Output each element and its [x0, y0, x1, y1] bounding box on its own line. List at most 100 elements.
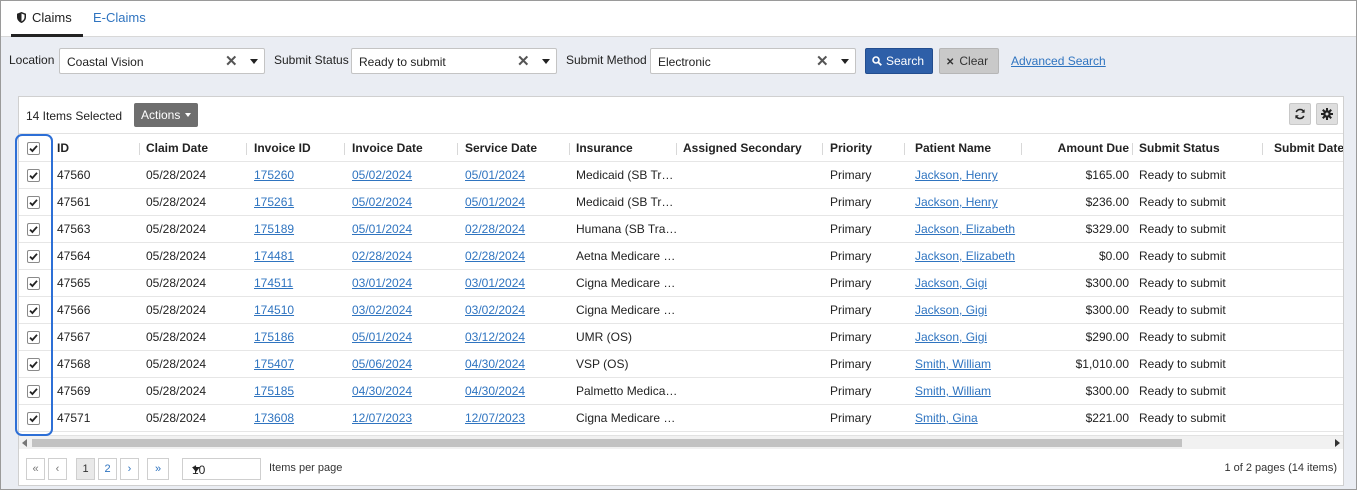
chevron-down-icon[interactable]: [542, 59, 550, 64]
row-checkbox[interactable]: [27, 331, 40, 344]
table-row[interactable]: 47567 05/28/2024 175186 05/01/2024 03/12/202…: [19, 324, 1343, 351]
column-header-id[interactable]: ID: [57, 135, 137, 162]
row-checkbox[interactable]: [27, 277, 40, 290]
scroll-right-icon[interactable]: [1335, 439, 1340, 447]
first-page-button[interactable]: «: [26, 458, 45, 480]
settings-button[interactable]: [1316, 103, 1338, 125]
row-checkbox[interactable]: [27, 304, 40, 317]
cell-patient-name[interactable]: Jackson, Gigi: [915, 297, 1025, 324]
actions-button[interactable]: Actions: [134, 103, 198, 127]
row-checkbox[interactable]: [27, 223, 40, 236]
cell-patient-name[interactable]: Jackson, Gigi: [915, 270, 1025, 297]
cell-service-date[interactable]: 04/30/2024: [465, 378, 569, 405]
next-page-button[interactable]: ›: [120, 458, 139, 480]
chevron-down-icon[interactable]: [841, 59, 849, 64]
column-header-priority[interactable]: Priority: [830, 135, 905, 162]
table-row[interactable]: 47561 05/28/2024 175261 05/02/2024 05/01/202…: [19, 189, 1343, 216]
advanced-search-link[interactable]: Advanced Search: [1011, 54, 1106, 68]
cell-invoice-id[interactable]: 175185: [254, 378, 344, 405]
cell-invoice-date[interactable]: 05/02/2024: [352, 189, 457, 216]
tab-e-claims[interactable]: E-Claims: [91, 1, 146, 37]
cell-invoice-id[interactable]: 175186: [254, 324, 344, 351]
table-row[interactable]: 47571 05/28/2024 173608 12/07/2023 12/07/202…: [19, 405, 1343, 432]
cell-patient-name[interactable]: Smith, Gina: [915, 405, 1025, 432]
refresh-button[interactable]: [1289, 103, 1311, 125]
cell-patient-name[interactable]: Jackson, Henry: [915, 189, 1025, 216]
cell-patient-name[interactable]: Smith, William: [915, 378, 1025, 405]
cell-invoice-date[interactable]: 05/01/2024: [352, 324, 457, 351]
submit-status-select[interactable]: Ready to submit ✕: [351, 48, 557, 74]
column-header-assigned-secondary[interactable]: Assigned Secondary: [683, 135, 823, 162]
row-checkbox[interactable]: [27, 196, 40, 209]
cell-invoice-date[interactable]: 02/28/2024: [352, 243, 457, 270]
horizontal-scrollbar[interactable]: [19, 435, 1343, 449]
clear-location-icon[interactable]: ✕: [225, 52, 238, 70]
page-button-1[interactable]: 1: [76, 458, 95, 480]
cell-invoice-date[interactable]: 03/01/2024: [352, 270, 457, 297]
clear-button[interactable]: ✕ Clear: [939, 48, 999, 74]
column-header-invoice-date[interactable]: Invoice Date: [352, 135, 457, 162]
submit-method-select[interactable]: Electronic ✕: [650, 48, 856, 74]
cell-service-date[interactable]: 05/01/2024: [465, 162, 569, 189]
cell-patient-name[interactable]: Jackson, Henry: [915, 162, 1025, 189]
cell-service-date[interactable]: 04/30/2024: [465, 351, 569, 378]
cell-patient-name[interactable]: Jackson, Elizabeth: [915, 216, 1025, 243]
cell-service-date[interactable]: 12/07/2023: [465, 405, 569, 432]
row-checkbox[interactable]: [27, 169, 40, 182]
cell-invoice-date[interactable]: 04/30/2024: [352, 378, 457, 405]
cell-invoice-id[interactable]: 175407: [254, 351, 344, 378]
cell-invoice-date[interactable]: 05/02/2024: [352, 162, 457, 189]
prev-page-button[interactable]: ‹: [48, 458, 67, 480]
cell-patient-name[interactable]: Jackson, Gigi: [915, 324, 1025, 351]
cell-service-date[interactable]: 03/01/2024: [465, 270, 569, 297]
row-checkbox[interactable]: [27, 412, 40, 425]
cell-invoice-date[interactable]: 12/07/2023: [352, 405, 457, 432]
cell-service-date[interactable]: 02/28/2024: [465, 216, 569, 243]
chevron-down-icon[interactable]: [250, 59, 258, 64]
table-row[interactable]: 47566 05/28/2024 174510 03/02/2024 03/02/202…: [19, 297, 1343, 324]
column-header-claim-date[interactable]: Claim Date: [146, 135, 246, 162]
table-row[interactable]: 47560 05/28/2024 175260 05/02/2024 05/01/202…: [19, 162, 1343, 189]
column-header-submit-status[interactable]: Submit Status: [1139, 135, 1259, 162]
cell-invoice-id[interactable]: 173608: [254, 405, 344, 432]
column-header-invoice-id[interactable]: Invoice ID: [254, 135, 344, 162]
cell-invoice-date[interactable]: 05/01/2024: [352, 216, 457, 243]
table-row[interactable]: 47565 05/28/2024 174511 03/01/2024 03/01/202…: [19, 270, 1343, 297]
scrollbar-thumb[interactable]: [32, 439, 1182, 447]
cell-invoice-id[interactable]: 174510: [254, 297, 344, 324]
items-per-page-select[interactable]: 10: [182, 458, 261, 480]
clear-submit-status-icon[interactable]: ✕: [517, 52, 530, 70]
column-header-patient-name[interactable]: Patient Name: [915, 135, 1025, 162]
cell-service-date[interactable]: 03/02/2024: [465, 297, 569, 324]
row-checkbox[interactable]: [27, 385, 40, 398]
cell-service-date[interactable]: 02/28/2024: [465, 243, 569, 270]
cell-service-date[interactable]: 03/12/2024: [465, 324, 569, 351]
clear-submit-method-icon[interactable]: ✕: [816, 52, 829, 70]
row-checkbox[interactable]: [27, 250, 40, 263]
scroll-left-icon[interactable]: [22, 439, 27, 447]
location-select[interactable]: Coastal Vision ✕: [59, 48, 265, 74]
page-button-2[interactable]: 2: [98, 458, 117, 480]
cell-patient-name[interactable]: Smith, William: [915, 351, 1025, 378]
cell-patient-name[interactable]: Jackson, Elizabeth: [915, 243, 1025, 270]
cell-invoice-date[interactable]: 03/02/2024: [352, 297, 457, 324]
table-row[interactable]: 47564 05/28/2024 174481 02/28/2024 02/28/202…: [19, 243, 1343, 270]
column-header-submit-date[interactable]: Submit Date: [1274, 135, 1343, 162]
table-row[interactable]: 47569 05/28/2024 175185 04/30/2024 04/30/202…: [19, 378, 1343, 405]
cell-invoice-date[interactable]: 05/06/2024: [352, 351, 457, 378]
last-page-button[interactable]: »: [147, 458, 169, 480]
select-all-checkbox[interactable]: [27, 142, 40, 155]
cell-invoice-id[interactable]: 175189: [254, 216, 344, 243]
cell-invoice-id[interactable]: 175260: [254, 162, 344, 189]
column-header-amount-due[interactable]: Amount Due: [1029, 135, 1129, 162]
cell-invoice-id[interactable]: 175261: [254, 189, 344, 216]
column-header-service-date[interactable]: Service Date: [465, 135, 570, 162]
cell-invoice-id[interactable]: 174481: [254, 243, 344, 270]
row-checkbox[interactable]: [27, 358, 40, 371]
column-header-insurance[interactable]: Insurance: [576, 135, 676, 162]
tab-claims[interactable]: Claims: [11, 1, 83, 37]
search-button[interactable]: Search: [865, 48, 933, 74]
table-row[interactable]: 47563 05/28/2024 175189 05/01/2024 02/28/202…: [19, 216, 1343, 243]
cell-invoice-id[interactable]: 174511: [254, 270, 344, 297]
cell-service-date[interactable]: 05/01/2024: [465, 189, 569, 216]
